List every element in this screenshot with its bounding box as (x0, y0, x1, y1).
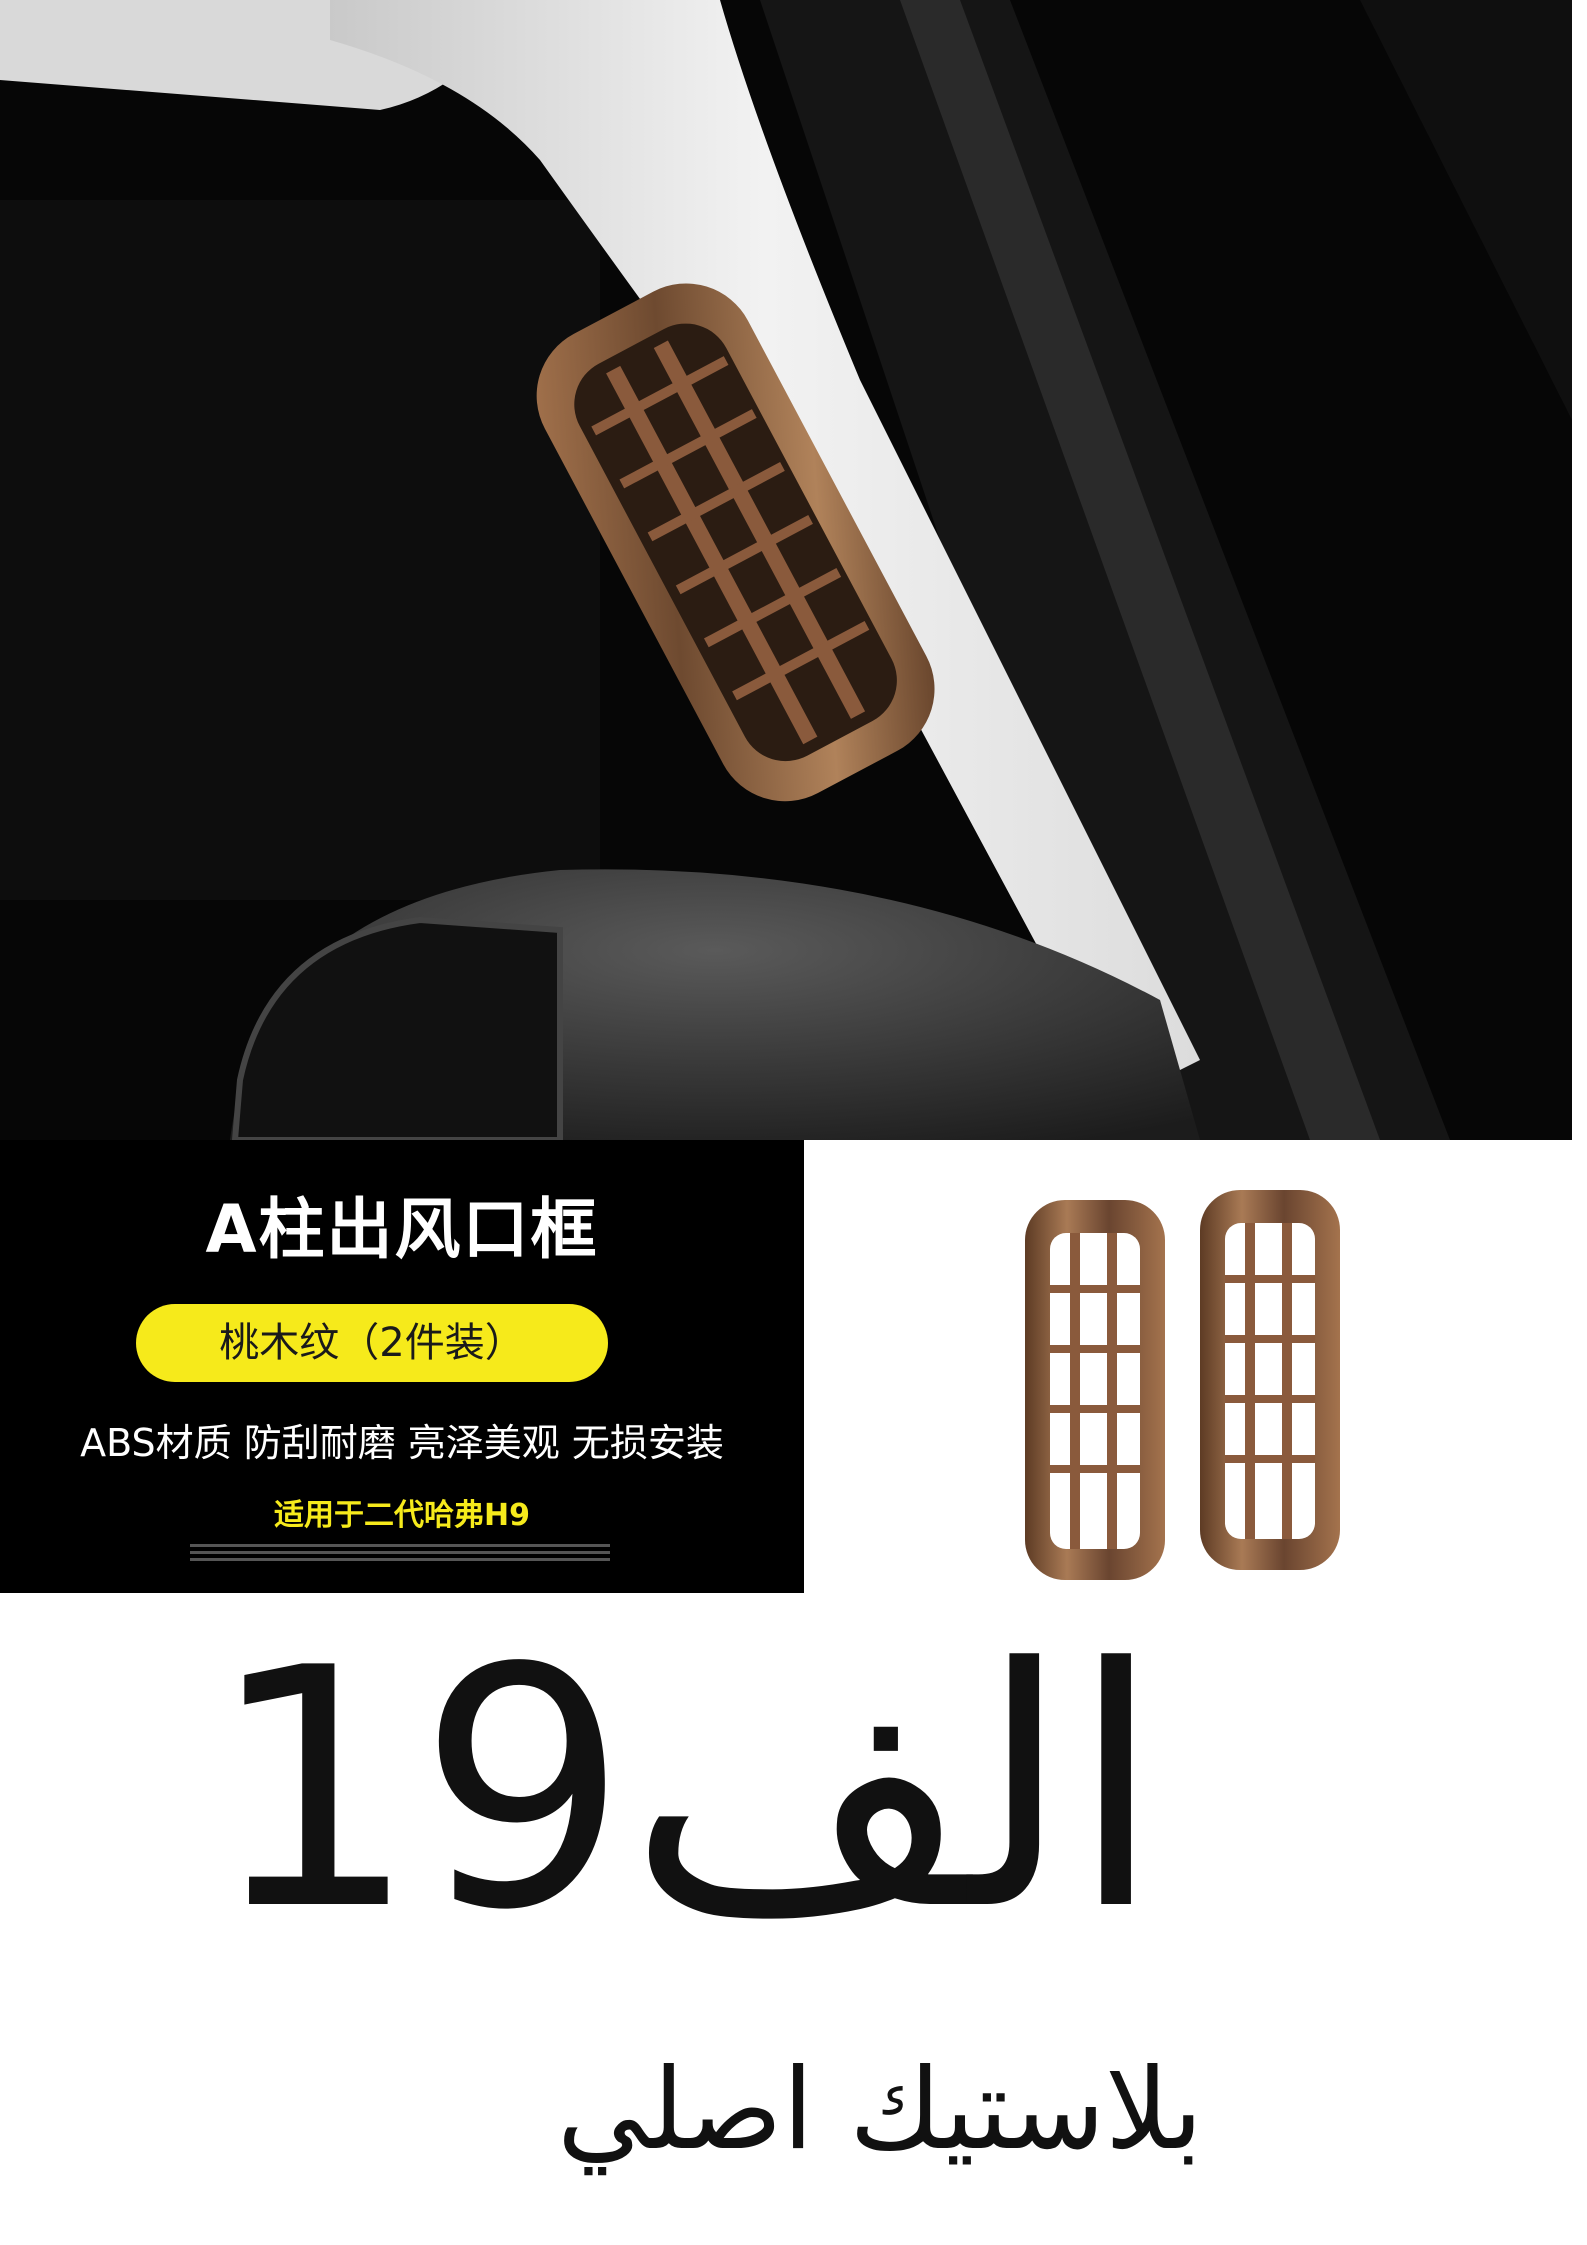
price-text: 19الف (208, 1598, 1162, 1982)
promo-panel: A柱出风口框 桃木纹（2件装） ABS材质 防刮耐磨 亮泽美观 无损安装 适用于… (0, 1140, 804, 1593)
air-vent-frame-pair-icon (1025, 1190, 1340, 1580)
material-subtitle: بلاستيك اصلي (556, 2045, 1204, 2175)
product-image (1010, 1185, 1360, 1585)
promo-title: A柱出风口框 (205, 1191, 599, 1268)
features-text: ABS材质 防刮耐磨 亮泽美观 无损安装 (80, 1421, 724, 1465)
hero-photo (0, 0, 1572, 1140)
price-block: 19الف (0, 1590, 1587, 1990)
car-a-pillar-air-vent-photo (0, 0, 1572, 1140)
fitment-text: 适用于二代哈弗H9 (274, 1498, 530, 1533)
variant-pill: 桃木纹（2件装） (136, 1304, 608, 1382)
fine-print (190, 1540, 610, 1566)
